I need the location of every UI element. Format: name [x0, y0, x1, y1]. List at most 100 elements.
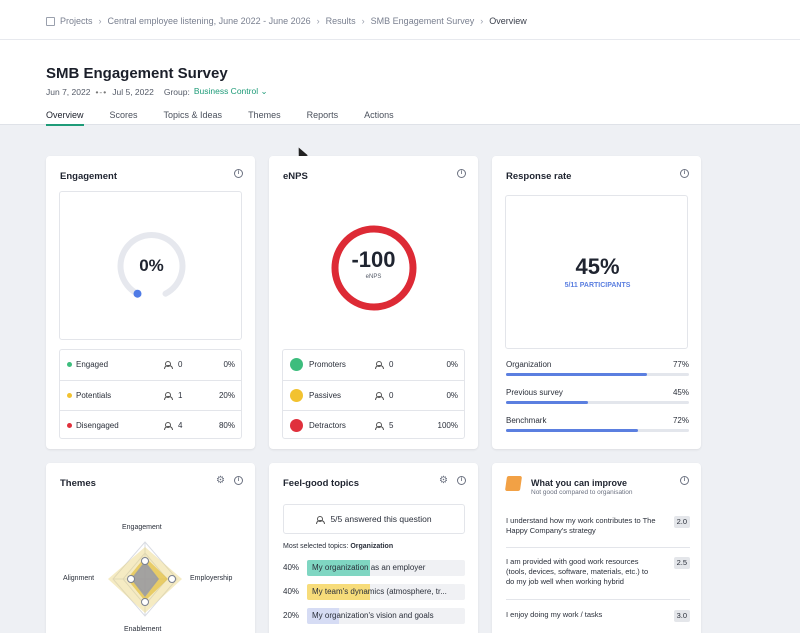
breadcrumb-projects[interactable]: Projects: [60, 16, 93, 26]
people-icon: [316, 516, 326, 524]
improve-item-text: I understand how my work contributes to …: [506, 516, 656, 535]
topic-text: My organization as an employer: [312, 563, 426, 572]
most-selected-label: Most selected topics:: [283, 543, 349, 550]
topic-text: My team's dynamics (atmosphere, tr...: [312, 587, 447, 596]
group-selector[interactable]: Business Control ⌄: [194, 86, 268, 97]
people-icon: [375, 361, 384, 369]
breadcrumb-results[interactable]: Results: [326, 16, 356, 26]
radar-point: [141, 557, 149, 565]
improve-item[interactable]: I enjoy doing my work / tasks 3.0: [506, 610, 690, 622]
topic-pct: 40%: [283, 587, 300, 596]
row-pct: 100%: [437, 421, 458, 430]
row-count-value: 1: [178, 391, 183, 400]
list-item: Disengaged 4 80%: [60, 410, 241, 440]
bar-fill: [506, 401, 589, 404]
topic-row: 40% My team's dynamics (atmosphere, tr..…: [283, 584, 465, 600]
bar-label: Benchmark: [506, 416, 547, 425]
response-rate-title: Response rate: [506, 171, 572, 182]
answered-summary: 5/5 answered this question: [283, 504, 465, 534]
answered-text: 5/5 answered this question: [330, 514, 432, 524]
breadcrumb-current: Overview: [489, 16, 527, 26]
row-label: Detractors: [309, 421, 346, 430]
tab-overview[interactable]: Overview: [46, 110, 84, 126]
improve-item-score: 2.5: [673, 557, 690, 569]
list-item: Detractors 5 100%: [283, 410, 464, 440]
info-icon[interactable]: i: [680, 476, 689, 485]
radar-label-employership: Employership: [190, 575, 233, 582]
row-pct: 0%: [446, 360, 458, 369]
engagement-title: Engagement: [60, 171, 118, 182]
improve-item-score: 2.0: [673, 516, 690, 528]
enps-value: -100: [351, 247, 396, 272]
bar-track: [506, 429, 689, 432]
most-selected: Most selected topics: Organization: [283, 543, 393, 550]
improve-item[interactable]: I am provided with good work resources (…: [506, 557, 690, 589]
radar-label-engagement: Engagement: [122, 524, 162, 531]
row-count-value: 4: [178, 421, 183, 430]
page-header: SMB Engagement Survey Jun 7, 2022 •-• Ju…: [0, 40, 800, 126]
breadcrumb-survey[interactable]: SMB Engagement Survey: [371, 16, 475, 26]
row-label: Engaged: [76, 360, 109, 369]
status-dot: [67, 423, 72, 428]
improve-subtitle: Not good compared to organisation: [531, 489, 633, 496]
improve-card: What you can improve Not good compared t…: [492, 463, 701, 633]
row-count: 4: [164, 421, 182, 430]
enps-sub-label: eNPS: [365, 274, 382, 280]
row-count: 0: [164, 360, 182, 369]
tab-themes[interactable]: Themes: [248, 110, 281, 126]
response-rate-box: 45% 5/11 PARTICIPANTS: [505, 195, 688, 349]
gear-icon[interactable]: ⚙: [439, 476, 448, 486]
row-pct: 0%: [446, 391, 458, 400]
breadcrumb: Projects › Central employee listening, J…: [46, 16, 527, 26]
row-count-value: 0: [178, 360, 183, 369]
chevron-right-icon: ›: [98, 16, 102, 26]
breadcrumb-program[interactable]: Central employee listening, June 2022 - …: [108, 16, 311, 26]
bar-value: 72%: [672, 416, 689, 425]
enps-card: eNPS i -100 eNPS Promoters 0 0% Passives…: [269, 156, 478, 449]
themes-card: Themes ⚙ i Engagement Employership Enabl…: [46, 463, 255, 633]
improve-item[interactable]: I understand how my work contributes to …: [506, 516, 690, 538]
gauge-marker: [133, 289, 142, 298]
date-range-dots: •-•: [95, 86, 108, 97]
info-icon[interactable]: i: [457, 169, 466, 178]
people-icon: [164, 392, 173, 400]
bar-value: 77%: [672, 360, 689, 369]
tab-scores[interactable]: Scores: [110, 110, 138, 126]
neutral-face-icon: [290, 389, 303, 402]
top-bar: Projects › Central employee listening, J…: [0, 0, 800, 40]
page-title: SMB Engagement Survey: [46, 65, 228, 82]
row-count-value: 0: [389, 391, 394, 400]
engagement-gauge-box: 0%: [59, 191, 242, 340]
group-label: Group:: [163, 86, 190, 97]
row-pct: 80%: [218, 421, 235, 430]
people-icon: [375, 422, 384, 430]
most-selected-value: Organization: [350, 543, 394, 550]
tab-actions[interactable]: Actions: [364, 110, 394, 126]
divider: [506, 547, 690, 548]
row-count: 5: [375, 421, 393, 430]
improve-item-text: I am provided with good work resources (…: [506, 557, 649, 586]
enps-title: eNPS: [283, 171, 308, 182]
topic-bar: My team's dynamics (atmosphere, tr...: [307, 584, 465, 600]
response-rate-value: 45%: [575, 254, 620, 279]
engagement-breakdown: Engaged 0 0% Potentials 1 20% Disengaged…: [59, 349, 242, 439]
tab-topics-ideas[interactable]: Topics & Ideas: [164, 110, 223, 126]
tab-reports[interactable]: Reports: [307, 110, 339, 126]
people-icon: [375, 392, 384, 400]
group-value: Business Control: [193, 86, 259, 96]
topic-row: 20% My organization's vision and goals: [283, 608, 465, 624]
radar-point: [141, 598, 149, 606]
engagement-card: Engagement i 0% Engaged 0 0% Potentials …: [46, 156, 255, 449]
radar-label-enablement: Enablement: [124, 626, 162, 633]
list-item: Potentials 1 20%: [60, 380, 241, 410]
feel-good-topics-card: Feel-good topics ⚙ i 5/5 answered this q…: [269, 463, 478, 633]
row-count: 0: [375, 391, 393, 400]
info-icon[interactable]: i: [680, 169, 689, 178]
info-icon[interactable]: i: [234, 169, 243, 178]
row-label: Potentials: [76, 391, 112, 400]
topic-pct: 40%: [283, 563, 300, 572]
row-label: Disengaged: [76, 421, 119, 430]
info-icon[interactable]: i: [457, 476, 466, 485]
chevron-down-icon: ⌄: [260, 86, 268, 96]
response-rate-card: Response rate i 45% 5/11 PARTICIPANTS Or…: [492, 156, 701, 449]
